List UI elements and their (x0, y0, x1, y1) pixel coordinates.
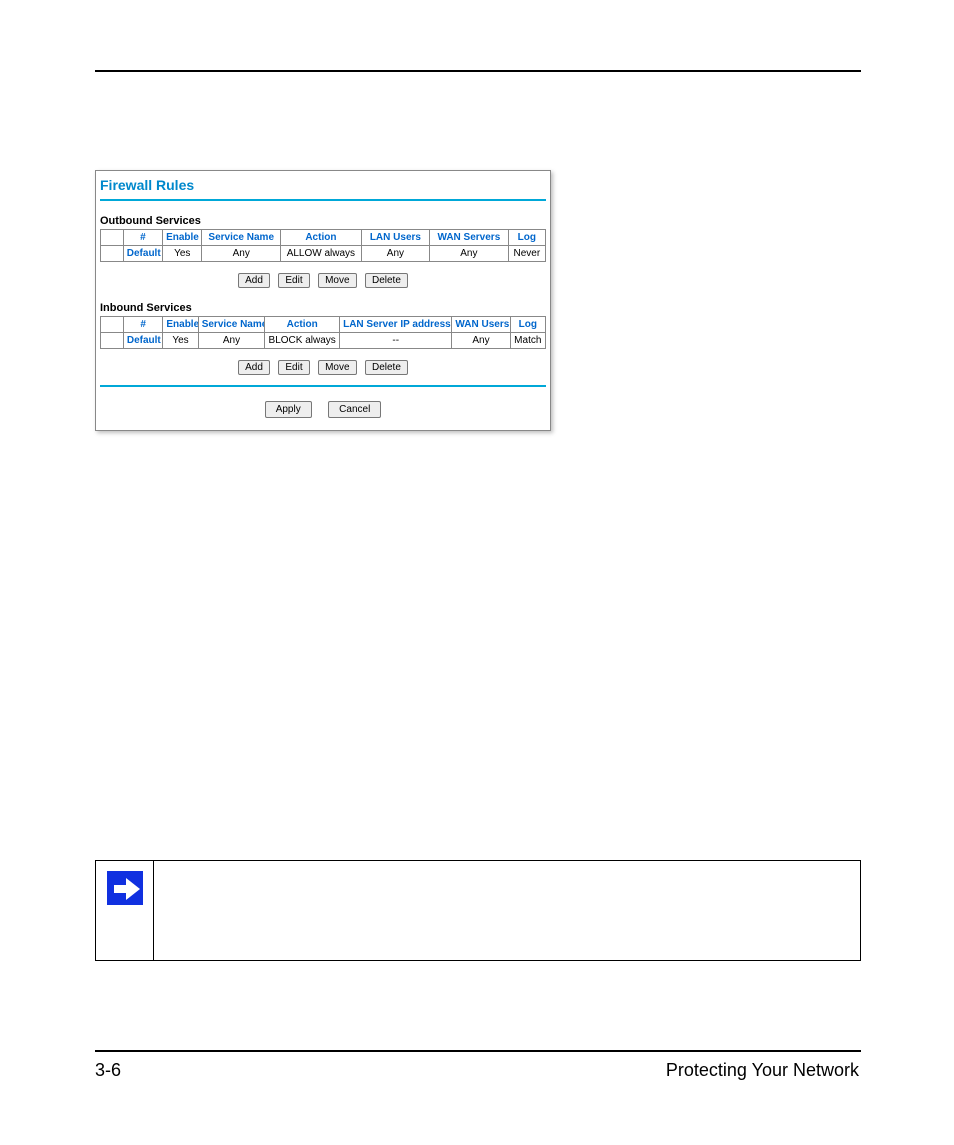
inbound-label: Inbound Services (100, 294, 546, 316)
col-num: # (123, 230, 162, 246)
col-sel (101, 317, 124, 333)
col-enable: Enable (163, 230, 202, 246)
note-box (95, 860, 861, 961)
header-rule (95, 70, 861, 72)
panel-divider (100, 199, 546, 201)
panel-title: Firewall Rules (100, 175, 546, 199)
main-buttons: Apply Cancel (100, 395, 546, 424)
cell-num: Default (123, 246, 162, 262)
cell-sel[interactable] (101, 246, 124, 262)
cell-wan: Any (452, 333, 510, 349)
move-button[interactable]: Move (318, 360, 356, 375)
move-button[interactable]: Move (318, 273, 356, 288)
outbound-row[interactable]: Default Yes Any ALLOW always Any Any Nev… (101, 246, 546, 262)
col-action: Action (281, 230, 362, 246)
arrow-right-icon (107, 871, 143, 905)
cell-log: Never (508, 246, 545, 262)
cell-action: ALLOW always (281, 246, 362, 262)
col-lan: LAN Users (361, 230, 429, 246)
col-wan: WAN Servers (430, 230, 509, 246)
apply-button[interactable]: Apply (265, 401, 312, 418)
cell-wan: Any (430, 246, 509, 262)
add-button[interactable]: Add (238, 360, 270, 375)
col-log: Log (510, 317, 545, 333)
outbound-label: Outbound Services (100, 207, 546, 229)
section-title: Protecting Your Network (666, 1060, 859, 1081)
outbound-buttons: Add Edit Move Delete (100, 262, 546, 294)
col-lan: LAN Server IP address (340, 317, 452, 333)
col-service: Service Name (198, 317, 265, 333)
col-log: Log (508, 230, 545, 246)
cell-lan: Any (361, 246, 429, 262)
delete-button[interactable]: Delete (365, 360, 408, 375)
col-service: Service Name (202, 230, 281, 246)
note-text-cell (154, 861, 861, 961)
delete-button[interactable]: Delete (365, 273, 408, 288)
footer-rule (95, 1050, 861, 1052)
inbound-header-row: # Enable Service Name Action LAN Server … (101, 317, 546, 333)
add-button[interactable]: Add (238, 273, 270, 288)
col-num: # (123, 317, 163, 333)
cell-action: BLOCK always (265, 333, 340, 349)
cell-num: Default (123, 333, 163, 349)
col-sel (101, 230, 124, 246)
col-wan: WAN Users (452, 317, 510, 333)
page-number: 3-6 (95, 1060, 121, 1081)
cell-sel[interactable] (101, 333, 124, 349)
cell-enable: Yes (163, 333, 198, 349)
cell-log: Match (510, 333, 545, 349)
outbound-table: # Enable Service Name Action LAN Users W… (100, 229, 546, 262)
firewall-rules-panel: Firewall Rules Outbound Services # Enabl… (95, 170, 551, 431)
inbound-buttons: Add Edit Move Delete (100, 349, 546, 381)
col-action: Action (265, 317, 340, 333)
cell-service: Any (198, 333, 265, 349)
edit-button[interactable]: Edit (278, 273, 309, 288)
note-icon-cell (96, 861, 154, 961)
cell-enable: Yes (163, 246, 202, 262)
panel-bottom-divider (100, 385, 546, 387)
inbound-table: # Enable Service Name Action LAN Server … (100, 316, 546, 349)
cell-lan: -- (340, 333, 452, 349)
edit-button[interactable]: Edit (278, 360, 309, 375)
cell-service: Any (202, 246, 281, 262)
col-enable: Enable (163, 317, 198, 333)
outbound-header-row: # Enable Service Name Action LAN Users W… (101, 230, 546, 246)
cancel-button[interactable]: Cancel (328, 401, 381, 418)
inbound-row[interactable]: Default Yes Any BLOCK always -- Any Matc… (101, 333, 546, 349)
